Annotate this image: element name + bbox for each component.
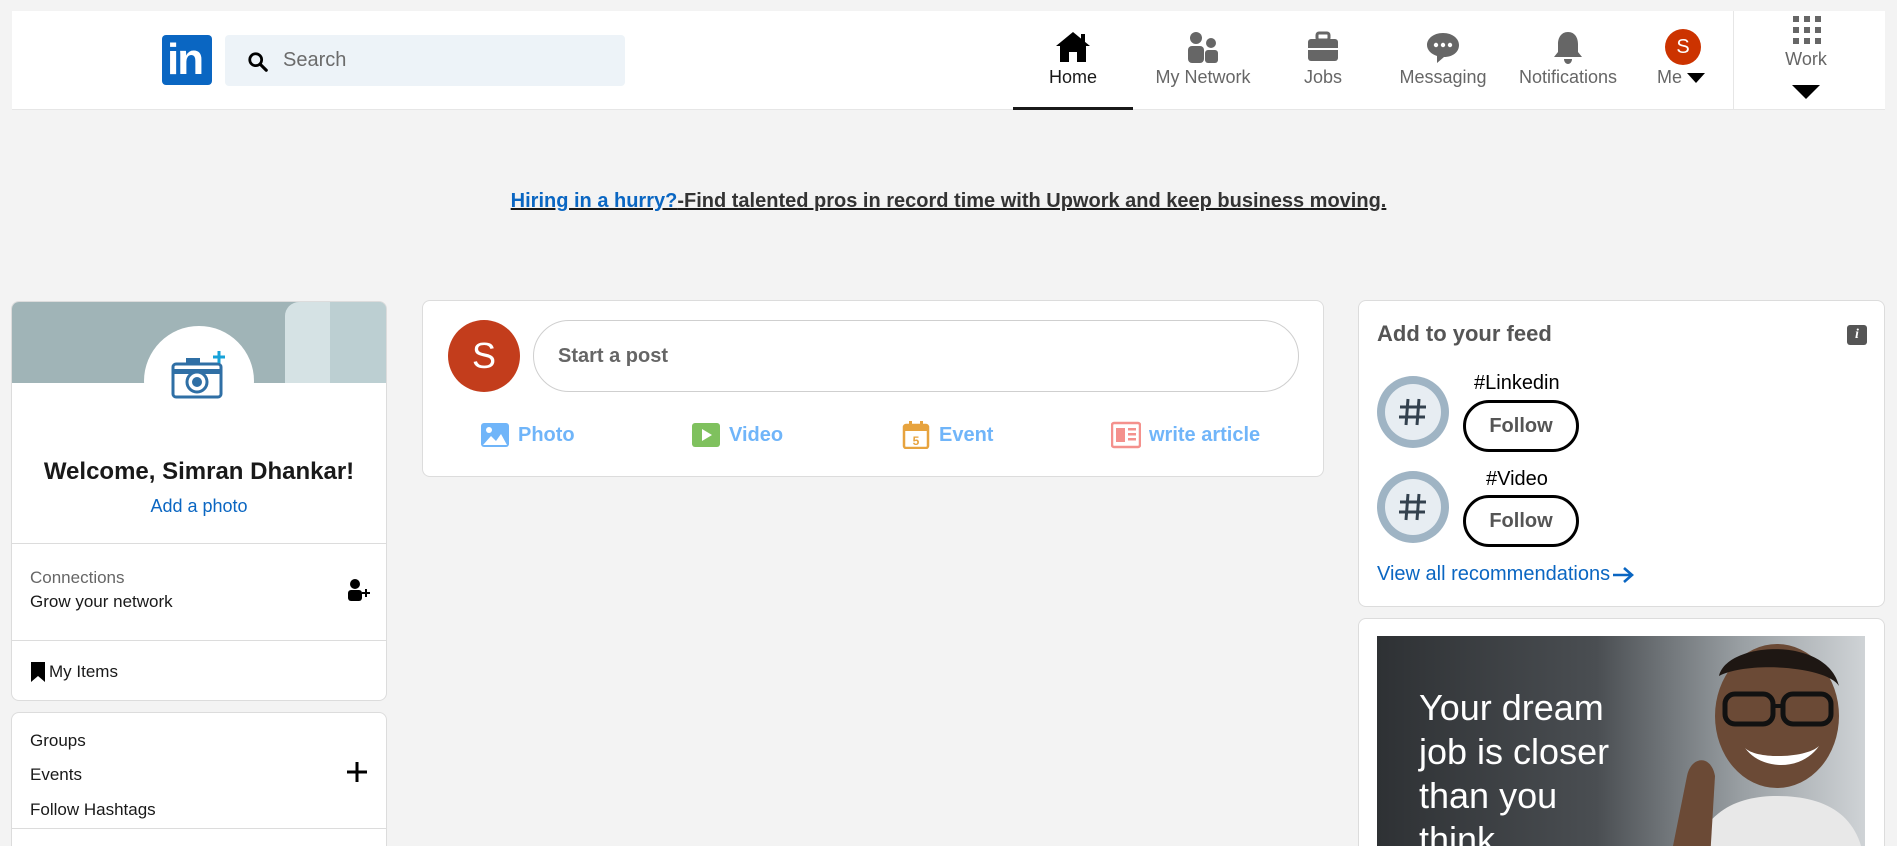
hashtag-icon <box>1399 398 1426 426</box>
search-box[interactable] <box>225 35 625 86</box>
groups-link[interactable]: Groups <box>30 731 86 751</box>
event-label: Event <box>939 423 994 446</box>
logo-text: in <box>167 35 204 84</box>
hashtag-name[interactable]: #Video <box>1486 468 1548 491</box>
add-event-icon[interactable] <box>344 759 370 785</box>
video-icon <box>692 423 720 447</box>
add-photo-camera-icon <box>171 351 225 399</box>
home-icon <box>1056 32 1090 62</box>
cover-shape <box>330 302 386 383</box>
top-nav-bar: in Home My Network Jobs Messaging Notifi… <box>12 11 1885 110</box>
nav-jobs-label: Jobs <box>1303 67 1343 87</box>
follow-hashtags-link[interactable]: Follow Hashtags <box>30 800 156 820</box>
nav-home[interactable]: Home <box>1013 11 1133 110</box>
briefcase-icon <box>1308 31 1338 61</box>
hashtag-avatar <box>1377 376 1449 448</box>
feed-title: Add to your feed <box>1377 321 1552 346</box>
add-to-feed-card: Add to your feed i #Linkedin Follow #Vid… <box>1358 300 1885 607</box>
me-avatar: S <box>1665 29 1701 65</box>
promo-banner[interactable]: Hiring in a hurry?-Find talented pros in… <box>0 190 1897 213</box>
arrow-right-icon <box>1613 566 1635 583</box>
nav-work-label: Work <box>1785 49 1827 69</box>
nav-notifications-label: Notifications <box>1518 67 1618 87</box>
caret-down-icon <box>1792 85 1820 99</box>
caret-down-icon <box>1687 73 1706 84</box>
promo-link[interactable]: Hiring in a hurry? <box>511 190 678 212</box>
nav-me-label: Me <box>1639 67 1723 88</box>
photo-label: Photo <box>518 423 575 446</box>
info-icon[interactable]: i <box>1847 325 1867 345</box>
write-article-label: write article <box>1149 423 1261 446</box>
ad-headline: Your dream job is closer than you think <box>1419 687 1610 846</box>
nav-my-network-label: My Network <box>1155 67 1251 87</box>
follow-button[interactable]: Follow <box>1463 400 1579 452</box>
linkedin-logo[interactable]: in <box>162 35 212 85</box>
hashtag-icon <box>1399 493 1426 521</box>
bell-icon <box>1554 32 1582 64</box>
smiling-man-illustration <box>1673 644 1861 846</box>
grid-icon <box>1793 16 1821 44</box>
profile-card: Welcome, Simran Dhankar! Add a photo Con… <box>11 301 387 701</box>
post-composer: S Start a post Photo Video 5 Event write… <box>422 300 1324 477</box>
hashtag-avatar <box>1377 471 1449 543</box>
nav-me[interactable]: S Me <box>1643 11 1723 110</box>
start-post-button[interactable]: Start a post <box>533 320 1299 392</box>
nav-work[interactable]: Work <box>1746 11 1866 110</box>
ad-image[interactable]: Your dream job is closer than you think <box>1377 636 1865 846</box>
my-items-label: My Items <box>49 662 118 681</box>
video-button[interactable]: Video <box>691 419 783 451</box>
hashtag-name[interactable]: #Linkedin <box>1474 372 1560 395</box>
nav-divider <box>1733 11 1734 110</box>
divider <box>12 640 386 641</box>
welcome-heading: Welcome, Simran Dhankar! <box>43 458 355 485</box>
ad-card: Your dream job is closer than you think <box>1358 618 1885 846</box>
svg-text:5: 5 <box>913 434 920 448</box>
grow-network-link[interactable]: Grow your network <box>30 592 173 612</box>
nav-my-network[interactable]: My Network <box>1133 11 1273 110</box>
write-article-button[interactable]: write article <box>1111 419 1260 451</box>
connections-label[interactable]: Connections <box>30 568 125 588</box>
nav-notifications[interactable]: Notifications <box>1503 11 1633 110</box>
event-button[interactable]: 5 Event <box>901 419 993 451</box>
photo-button[interactable]: Photo <box>480 419 575 451</box>
groups-card: Groups Events Follow Hashtags <box>11 712 387 846</box>
divider <box>12 828 386 829</box>
composer-avatar[interactable]: S <box>448 320 520 392</box>
divider <box>12 543 386 544</box>
view-all-label: View all recommendations <box>1377 563 1611 585</box>
view-all-recommendations-link[interactable]: View all recommendations <box>1377 563 1635 586</box>
nav-messaging-label: Messaging <box>1399 67 1487 87</box>
video-label: Video <box>729 423 784 446</box>
nav-messaging[interactable]: Messaging <box>1383 11 1503 110</box>
promo-text[interactable]: -Find talented pros in record time with … <box>677 190 1386 212</box>
bookmark-icon <box>31 662 45 682</box>
add-photo-link[interactable]: Add a photo <box>12 496 386 517</box>
add-connection-icon[interactable] <box>346 578 370 602</box>
photo-icon <box>481 423 509 447</box>
calendar-icon: 5 <box>902 421 930 449</box>
search-input[interactable] <box>283 35 603 86</box>
network-icon <box>1188 32 1218 63</box>
nav-jobs[interactable]: Jobs <box>1273 11 1373 110</box>
follow-button[interactable]: Follow <box>1463 495 1579 547</box>
search-icon <box>248 52 268 72</box>
nav-home-label: Home <box>1048 67 1097 87</box>
events-link[interactable]: Events <box>30 765 82 785</box>
profile-photo-placeholder[interactable] <box>144 326 254 436</box>
chat-icon <box>1427 33 1459 63</box>
my-items-link[interactable]: My Items <box>30 661 118 683</box>
article-icon <box>1111 421 1141 449</box>
